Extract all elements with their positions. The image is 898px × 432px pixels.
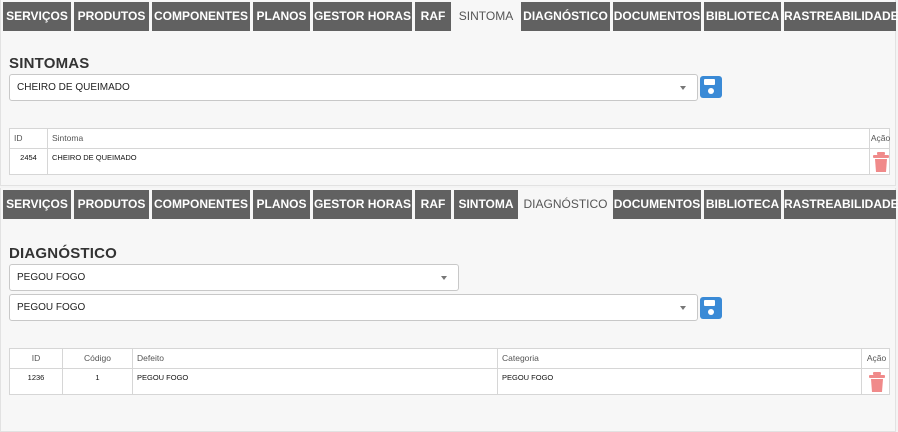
chevron-down-icon (680, 306, 686, 310)
table-header: ID Código Defeito Categoria Ação (10, 349, 889, 369)
header-categoria: Categoria (498, 349, 862, 368)
header-defeito: Defeito (133, 349, 498, 368)
header-codigo: Código (63, 349, 133, 368)
chevron-down-icon (680, 86, 686, 90)
sintoma-select-value: CHEIRO DE QUEIMADO (17, 82, 130, 93)
cell-defeito: PEGOU FOGO (133, 369, 498, 395)
tab-documentos[interactable]: DOCUMENTOS (613, 190, 701, 219)
tab-diagnostico[interactable]: DIAGNÓSTICO (521, 2, 610, 31)
tab-bar: SERVIÇOS PRODUTOS COMPONENTES PLANOS GES… (3, 2, 898, 32)
sintoma-table: ID Sintoma Ação 2454 CHEIRO DE QUEIMADO (9, 128, 890, 175)
cell-codigo: 1 (63, 369, 133, 395)
sintoma-select[interactable]: CHEIRO DE QUEIMADO (9, 74, 698, 101)
tab-servicos[interactable]: SERVIÇOS (3, 2, 71, 31)
tab-componentes[interactable]: COMPONENTES (152, 190, 250, 219)
tab-produtos[interactable]: PRODUTOS (74, 2, 149, 31)
tab-documentos[interactable]: DOCUMENTOS (613, 2, 701, 31)
tab-rastreabilidade[interactable]: RASTREABILIDADE (784, 190, 898, 219)
tab-produtos[interactable]: PRODUTOS (74, 190, 149, 219)
cell-id: 2454 (10, 149, 48, 175)
trash-icon[interactable] (868, 371, 886, 393)
defeito-select-value: PEGOU FOGO (17, 302, 86, 313)
save-button[interactable] (700, 76, 722, 98)
cell-id: 1236 (10, 369, 63, 395)
header-id: ID (10, 349, 63, 368)
tab-biblioteca[interactable]: BIBLIOTECA (704, 2, 781, 31)
cell-sintoma: CHEIRO DE QUEIMADO (48, 149, 870, 175)
save-button[interactable] (700, 297, 722, 319)
tab-bar: SERVIÇOS PRODUTOS COMPONENTES PLANOS GES… (3, 190, 898, 220)
categoria-select-value: PEGOU FOGO (17, 272, 86, 283)
header-acao: Ação (866, 353, 887, 363)
tab-componentes[interactable]: COMPONENTES (152, 2, 250, 31)
table-header: ID Sintoma Ação (10, 129, 891, 149)
diagnostico-panel: SERVIÇOS PRODUTOS COMPONENTES PLANOS GES… (0, 188, 898, 432)
cell-acao (862, 369, 891, 395)
header-acao: Ação (870, 133, 891, 143)
diagnostico-table: ID Código Defeito Categoria Ação 1236 1 … (9, 348, 890, 395)
categoria-select[interactable]: PEGOU FOGO (9, 264, 459, 291)
tab-biblioteca[interactable]: BIBLIOTECA (704, 190, 781, 219)
cell-categoria: PEGOU FOGO (498, 369, 862, 395)
header-id: ID (10, 129, 48, 148)
table-row: 2454 CHEIRO DE QUEIMADO (10, 149, 889, 175)
tab-servicos[interactable]: SERVIÇOS (3, 190, 71, 219)
tab-planos[interactable]: PLANOS (253, 2, 310, 31)
header-sintoma: Sintoma (48, 129, 870, 148)
sintoma-panel: SERVIÇOS PRODUTOS COMPONENTES PLANOS GES… (0, 0, 898, 186)
section-title-diagnostico: DIAGNÓSTICO (9, 245, 118, 262)
tab-sintoma[interactable]: SINTOMA (454, 190, 518, 219)
table-row: 1236 1 PEGOU FOGO PEGOU FOGO (10, 369, 889, 395)
chevron-down-icon (441, 276, 447, 280)
defeito-select[interactable]: PEGOU FOGO (9, 294, 698, 321)
cell-acao (870, 149, 891, 175)
tab-gestor-horas[interactable]: GESTOR HORAS (313, 2, 412, 31)
tab-gestor-horas[interactable]: GESTOR HORAS (313, 190, 412, 219)
tab-sintoma[interactable]: SINTOMA (454, 2, 518, 32)
tab-raf[interactable]: RAF (415, 2, 451, 31)
tab-planos[interactable]: PLANOS (253, 190, 310, 219)
tab-raf[interactable]: RAF (415, 190, 451, 219)
trash-icon[interactable] (872, 151, 890, 173)
tab-rastreabilidade[interactable]: RASTREABILIDADE (784, 2, 898, 31)
section-title-sintomas: SINTOMAS (9, 55, 90, 72)
tab-diagnostico[interactable]: DIAGNÓSTICO (521, 190, 610, 220)
